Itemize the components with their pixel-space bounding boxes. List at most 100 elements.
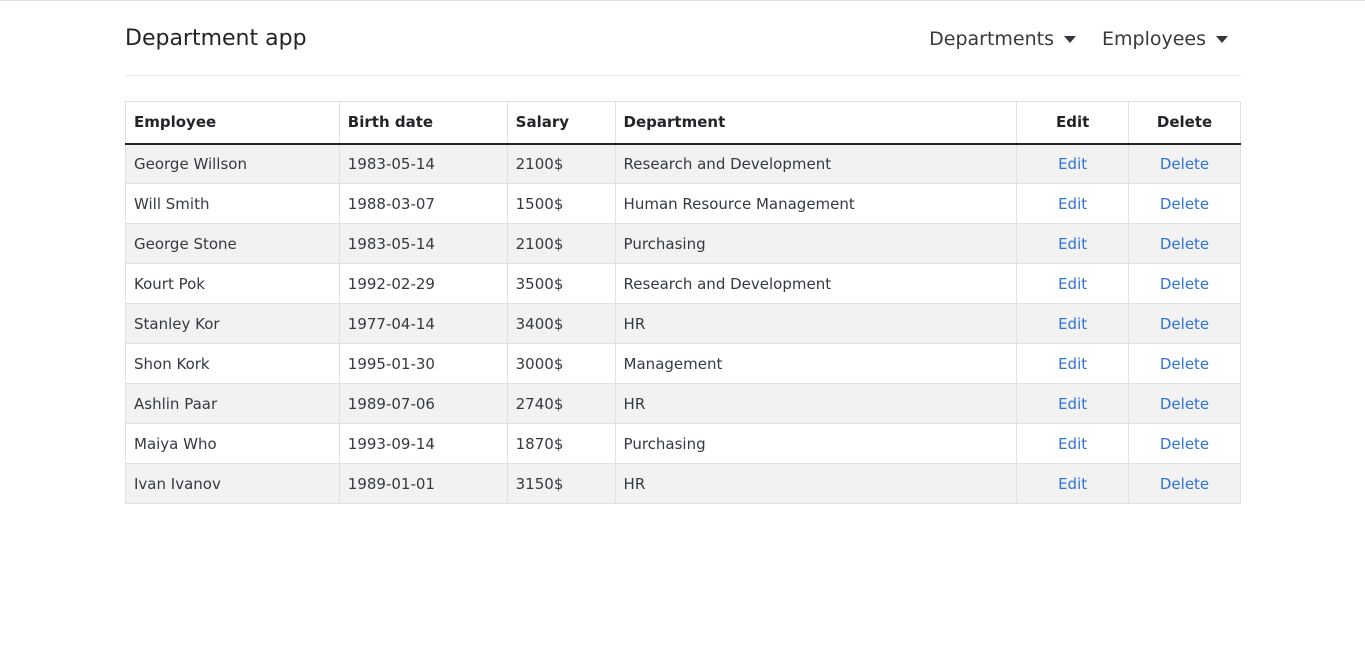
table-row: George Willson 1983-05-14 2100$ Research an… (125, 143, 1241, 184)
cell-birth-date: 1993-09-14 (338, 423, 508, 464)
header-employee: Employee (125, 101, 340, 145)
table-row: George Stone 1983-05-14 2100$ Purchasing Edi… (125, 223, 1241, 264)
page-container: Department app Departments Employees Emp… (125, 0, 1241, 504)
cell-salary: 2740$ (506, 383, 616, 424)
edit-link[interactable]: Edit (1058, 155, 1087, 173)
cell-delete: Delete (1128, 463, 1241, 504)
cell-birth-date: 1983-05-14 (338, 143, 508, 184)
cell-employee-name: Will Smith (125, 183, 340, 224)
cell-edit: Edit (1016, 463, 1130, 504)
cell-delete: Delete (1128, 183, 1241, 224)
edit-link[interactable]: Edit (1058, 275, 1087, 293)
cell-department: Research and Development (614, 143, 1018, 184)
cell-delete: Delete (1128, 423, 1241, 464)
cell-salary: 3500$ (506, 263, 616, 304)
header-edit: Edit (1016, 101, 1130, 145)
cell-edit: Edit (1016, 263, 1130, 304)
cell-department: Human Resource Management (614, 183, 1018, 224)
cell-department: HR (614, 303, 1018, 344)
cell-salary: 3000$ (506, 343, 616, 384)
cell-employee-name: Stanley Kor (125, 303, 340, 344)
table-row: Kourt Pok 1992-02-29 3500$ Research and Dev… (125, 263, 1241, 304)
navbar: Department app Departments Employees (125, 0, 1241, 76)
table-row: Stanley Kor 1977-04-14 3400$ HR Edit Delete (125, 303, 1241, 344)
cell-salary: 3150$ (506, 463, 616, 504)
cell-edit: Edit (1016, 383, 1130, 424)
header-department: Department (614, 101, 1018, 145)
nav-departments-dropdown[interactable]: Departments (916, 24, 1089, 54)
cell-birth-date: 1983-05-14 (338, 223, 508, 264)
cell-employee-name: Maiya Who (125, 423, 340, 464)
cell-department: Management (614, 343, 1018, 384)
cell-birth-date: 1988-03-07 (338, 183, 508, 224)
cell-salary: 3400$ (506, 303, 616, 344)
cell-department: Purchasing (614, 223, 1018, 264)
header-birth-date: Birth date (338, 101, 508, 145)
cell-employee-name: Shon Kork (125, 343, 340, 384)
delete-link[interactable]: Delete (1160, 435, 1209, 453)
table-row: Maiya Who 1993-09-14 1870$ Purchasing Edit De… (125, 423, 1241, 464)
cell-employee-name: Ivan Ivanov (125, 463, 340, 504)
caret-down-icon (1064, 35, 1076, 43)
edit-link[interactable]: Edit (1058, 195, 1087, 213)
table-row: Will Smith 1988-03-07 1500$ Human Resource … (125, 183, 1241, 224)
delete-link[interactable]: Delete (1160, 355, 1209, 373)
table-row: Ashlin Paar 1989-07-06 2740$ HR Edit Delete (125, 383, 1241, 424)
cell-edit: Edit (1016, 343, 1130, 384)
delete-link[interactable]: Delete (1160, 235, 1209, 253)
cell-delete: Delete (1128, 343, 1241, 384)
employees-table: Employee Birth date Salary Department Ed… (125, 101, 1241, 504)
delete-link[interactable]: Delete (1160, 475, 1209, 493)
cell-delete: Delete (1128, 303, 1241, 344)
cell-salary: 1870$ (506, 423, 616, 464)
header-row: Employee Birth date Salary Department Ed… (125, 101, 1241, 145)
delete-link[interactable]: Delete (1160, 395, 1209, 413)
cell-salary: 2100$ (506, 223, 616, 264)
caret-down-icon (1216, 35, 1228, 43)
cell-delete: Delete (1128, 223, 1241, 264)
table-row: Shon Kork 1995-01-30 3000$ Management Edit De… (125, 343, 1241, 384)
delete-link[interactable]: Delete (1160, 275, 1209, 293)
edit-link[interactable]: Edit (1058, 355, 1087, 373)
cell-employee-name: George Stone (125, 223, 340, 264)
header-salary: Salary (506, 101, 616, 145)
cell-delete: Delete (1128, 263, 1241, 304)
edit-link[interactable]: Edit (1058, 475, 1087, 493)
cell-department: Purchasing (614, 423, 1018, 464)
nav-employees-label: Employees (1102, 28, 1206, 50)
cell-salary: 2100$ (506, 143, 616, 184)
cell-delete: Delete (1128, 383, 1241, 424)
cell-department: Research and Development (614, 263, 1018, 304)
edit-link[interactable]: Edit (1058, 235, 1087, 253)
edit-link[interactable]: Edit (1058, 315, 1087, 333)
cell-birth-date: 1989-07-06 (338, 383, 508, 424)
nav-menu: Departments Employees (916, 24, 1241, 54)
cell-edit: Edit (1016, 223, 1130, 264)
nav-employees-dropdown[interactable]: Employees (1089, 24, 1241, 54)
cell-department: HR (614, 383, 1018, 424)
edit-link[interactable]: Edit (1058, 435, 1087, 453)
app-brand[interactable]: Department app (125, 24, 307, 54)
cell-employee-name: Ashlin Paar (125, 383, 340, 424)
cell-birth-date: 1989-01-01 (338, 463, 508, 504)
cell-edit: Edit (1016, 143, 1130, 184)
cell-department: HR (614, 463, 1018, 504)
cell-edit: Edit (1016, 423, 1130, 464)
cell-employee-name: Kourt Pok (125, 263, 340, 304)
cell-employee-name: George Willson (125, 143, 340, 184)
nav-departments-label: Departments (929, 28, 1054, 50)
cell-delete: Delete (1128, 143, 1241, 184)
header-delete: Delete (1128, 101, 1241, 145)
cell-birth-date: 1977-04-14 (338, 303, 508, 344)
delete-link[interactable]: Delete (1160, 315, 1209, 333)
delete-link[interactable]: Delete (1160, 155, 1209, 173)
table-row: Ivan Ivanov 1989-01-01 3150$ HR Edit Delete (125, 463, 1241, 504)
edit-link[interactable]: Edit (1058, 395, 1087, 413)
delete-link[interactable]: Delete (1160, 195, 1209, 213)
cell-edit: Edit (1016, 183, 1130, 224)
cell-birth-date: 1995-01-30 (338, 343, 508, 384)
table-body: George Willson 1983-05-14 2100$ Research an… (125, 143, 1241, 504)
cell-edit: Edit (1016, 303, 1130, 344)
cell-birth-date: 1992-02-29 (338, 263, 508, 304)
table-header: Employee Birth date Salary Department Ed… (125, 101, 1241, 145)
